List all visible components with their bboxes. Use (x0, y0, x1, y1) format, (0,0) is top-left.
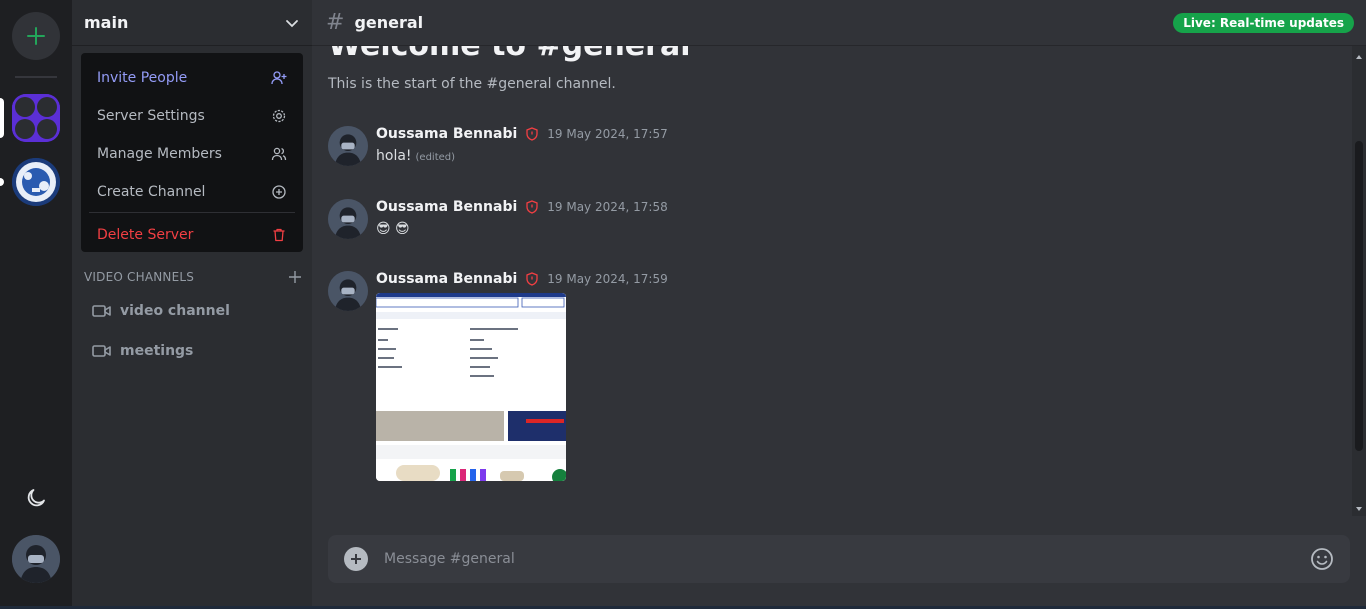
live-status-badge: Live: Real-time updates (1173, 13, 1354, 33)
image-attachment[interactable] (376, 293, 566, 481)
message-timestamp: 19 May 2024, 17:58 (547, 200, 668, 214)
message-input[interactable] (384, 551, 1310, 567)
add-channel-icon[interactable] (288, 270, 302, 284)
shield-icon (526, 127, 538, 141)
message-avatar[interactable] (328, 199, 368, 239)
menu-label: Server Settings (97, 108, 205, 124)
message-avatar[interactable] (328, 126, 368, 166)
channel-sidebar: main Invite People Server Settings Manag… (72, 0, 312, 609)
message-header: Oussama Bennabi 19 May 2024, 17:57 (376, 126, 668, 142)
video-channels-header: VIDEO CHANNELS (84, 268, 302, 286)
message-author[interactable]: Oussama Bennabi (376, 271, 517, 287)
scroll-up-arrow-icon[interactable] (1352, 52, 1366, 62)
message-text: 😎 😎 (376, 221, 410, 237)
manage-members-button[interactable]: Manage Members (89, 135, 295, 173)
screenshot-thumbnail-icon (376, 293, 566, 481)
channel-label: meetings (120, 343, 194, 359)
message-content: 😎 😎 (376, 221, 410, 237)
menu-label: Delete Server (97, 227, 194, 243)
message-scrollbar[interactable] (1352, 46, 1366, 516)
message-timestamp: 19 May 2024, 17:59 (547, 272, 668, 286)
channel-header: # general Live: Real-time updates (312, 0, 1366, 46)
edited-label: (edited) (415, 152, 456, 163)
server-header[interactable]: main (72, 0, 312, 46)
server-icon-main[interactable] (12, 94, 60, 142)
section-label: VIDEO CHANNELS (84, 270, 195, 284)
shield-icon (526, 272, 538, 286)
server-icon-second[interactable] (12, 158, 60, 206)
author-photo-icon (328, 271, 368, 311)
message-timestamp: 19 May 2024, 17:57 (547, 127, 668, 141)
server-rail (0, 0, 72, 609)
channel-label: video channel (120, 303, 230, 319)
server-name: main (84, 13, 129, 32)
server-pattern-icon (12, 158, 60, 206)
users-icon (271, 147, 287, 161)
message-list[interactable]: Welcome to #general This is the start of… (312, 46, 1352, 516)
hash-icon: # (326, 10, 345, 35)
message-author[interactable]: Oussama Bennabi (376, 126, 517, 142)
chevron-down-icon[interactable] (284, 15, 300, 31)
rail-divider (15, 76, 57, 78)
channel-title: general (354, 13, 424, 32)
menu-divider (89, 212, 295, 213)
video-camera-icon (92, 305, 111, 317)
user-avatar[interactable] (12, 535, 60, 583)
server-settings-button[interactable]: Server Settings (89, 97, 295, 135)
active-server-indicator (0, 98, 4, 138)
trash-icon (273, 228, 285, 242)
plus-icon (27, 27, 45, 45)
menu-label: Create Channel (97, 184, 206, 200)
message-text: hola! (376, 148, 412, 164)
message-composer (328, 535, 1350, 583)
theme-toggle-button[interactable] (24, 486, 48, 510)
menu-label: Invite People (97, 70, 188, 86)
add-server-button[interactable] (12, 12, 60, 60)
server-logo-icon (12, 94, 60, 142)
attach-button[interactable] (344, 547, 368, 571)
server-menu: Invite People Server Settings Manage Mem… (81, 53, 303, 252)
scroll-down-arrow-icon[interactable] (1352, 504, 1366, 514)
message-avatar[interactable] (328, 271, 368, 311)
shield-icon (526, 200, 538, 214)
author-photo-icon (328, 199, 368, 239)
message-header: Oussama Bennabi 19 May 2024, 17:59 (376, 271, 668, 287)
emoji-icon[interactable] (1310, 547, 1334, 571)
unread-server-indicator (0, 178, 4, 186)
gear-icon (272, 109, 286, 123)
message-header: Oussama Bennabi 19 May 2024, 17:58 (376, 199, 668, 215)
channel-meetings[interactable]: meetings (80, 334, 304, 368)
create-channel-button[interactable]: Create Channel (89, 173, 295, 211)
welcome-title: Welcome to #general (328, 46, 690, 63)
video-camera-icon (92, 345, 111, 357)
invite-people-button[interactable]: Invite People (89, 59, 295, 97)
delete-server-button[interactable]: Delete Server (89, 216, 295, 254)
scrollbar-thumb[interactable] (1355, 141, 1363, 451)
chat-area: # general Live: Real-time updates Welcom… (312, 0, 1366, 609)
moon-icon (27, 489, 45, 507)
channel-video-channel[interactable]: video channel (80, 294, 304, 328)
message-author[interactable]: Oussama Bennabi (376, 199, 517, 215)
plus-circle-icon (272, 185, 286, 199)
menu-label: Manage Members (97, 146, 222, 162)
welcome-subtitle: This is the start of the #general channe… (328, 76, 616, 92)
plus-icon (351, 554, 361, 564)
author-photo-icon (328, 126, 368, 166)
message-content: hola! (edited) (376, 148, 455, 164)
user-photo-icon (12, 535, 60, 583)
user-plus-icon (271, 71, 287, 85)
